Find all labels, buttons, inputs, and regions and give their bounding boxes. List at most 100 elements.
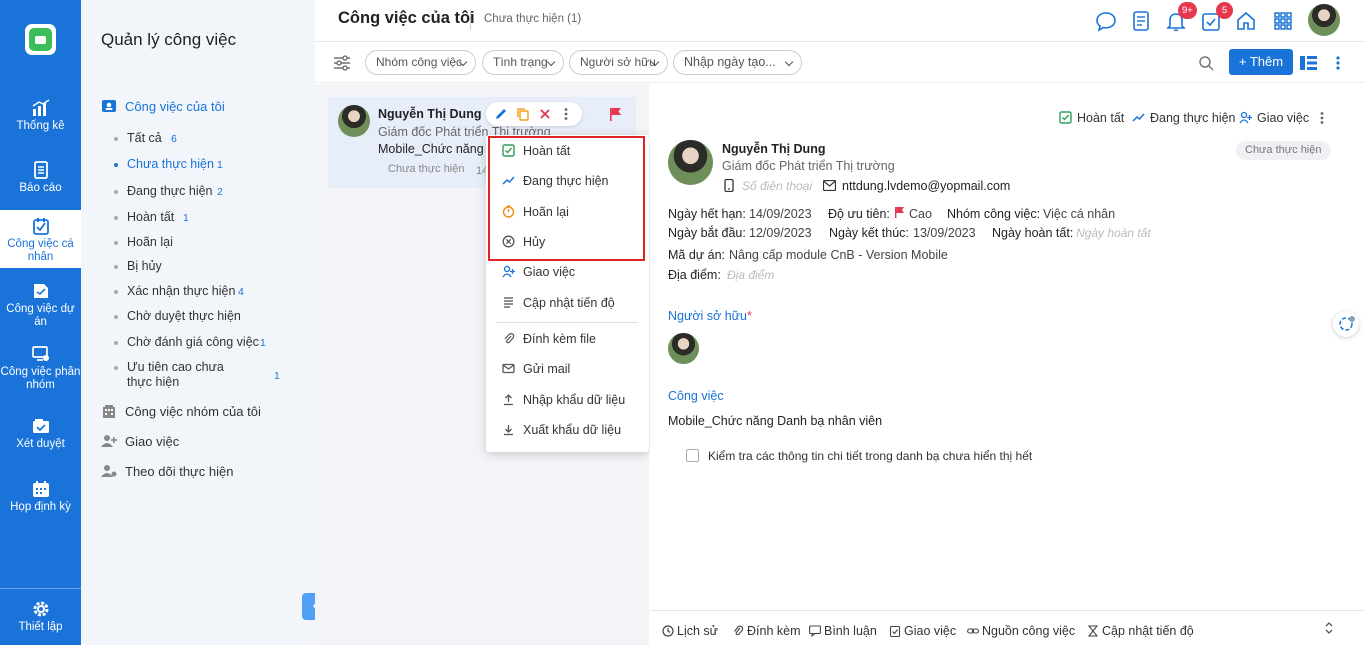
detail-avatar bbox=[668, 140, 713, 185]
tab-attachments[interactable]: Đính kèm bbox=[732, 624, 801, 638]
personal-task-icon bbox=[32, 217, 50, 235]
sub-count: 1 bbox=[274, 370, 280, 382]
sub-item-not-started[interactable]: Chưa thực hiện 1 bbox=[114, 157, 287, 172]
complete-label: Ngày hoàn tất: bbox=[992, 226, 1074, 240]
rail-item-personal-tasks[interactable]: Công việc cá nhân bbox=[0, 210, 81, 268]
rail-item-approval[interactable]: Xét duyệt bbox=[0, 417, 81, 451]
check-square-icon bbox=[1059, 111, 1072, 124]
phone-field[interactable]: Số điện thoại bbox=[742, 179, 812, 193]
copy-icon[interactable] bbox=[516, 107, 530, 121]
list-view-icon[interactable] bbox=[1300, 55, 1317, 71]
sub-label: Hoãn lại bbox=[127, 235, 173, 249]
card-name: Nguyễn Thị Dung bbox=[378, 107, 482, 121]
action-label: Đang thực hiện bbox=[1150, 111, 1236, 125]
side-title: Quản lý công việc bbox=[101, 30, 237, 49]
sub-label: Chưa thực hiện bbox=[127, 157, 214, 171]
delete-icon[interactable] bbox=[538, 107, 552, 121]
mail-icon bbox=[823, 180, 836, 191]
menu-item-assign[interactable]: Giao việc bbox=[502, 265, 642, 279]
tab-assign[interactable]: Giao việc bbox=[889, 624, 956, 638]
filter-owner-dropdown[interactable]: Người sở hữu bbox=[569, 50, 668, 75]
menu-item-import[interactable]: Nhập khẩu dữ liệu bbox=[502, 393, 642, 407]
paperclip-icon bbox=[502, 332, 515, 345]
sub-item-all[interactable]: Tất cả 6 bbox=[114, 131, 287, 146]
start-value: 12/09/2023 bbox=[749, 226, 812, 240]
header-divider bbox=[470, 10, 471, 30]
detail-done-action[interactable]: Hoàn tất bbox=[1059, 111, 1124, 125]
tab-comments[interactable]: Bình luận bbox=[809, 624, 877, 638]
nav-assign[interactable]: Giao việc bbox=[101, 434, 179, 449]
rail-item-project-tasks[interactable]: Công việc dự án bbox=[0, 282, 81, 329]
filter-group-dropdown[interactable]: Nhóm công việc bbox=[365, 50, 476, 75]
sub-count: 1 bbox=[260, 337, 266, 349]
sub-item-done[interactable]: Hoàn tất 1 bbox=[114, 210, 287, 225]
sub-item-pending-review[interactable]: Chờ đánh giá công việc 1 bbox=[114, 335, 287, 350]
checklist-checkbox[interactable] bbox=[686, 449, 699, 462]
sub-label: Chờ duyệt thực hiện bbox=[127, 309, 241, 323]
sub-count: 6 bbox=[171, 133, 177, 145]
filter-status-dropdown[interactable]: Tình trạng bbox=[482, 50, 564, 75]
group-task-icon bbox=[31, 345, 50, 363]
status-badge: Chưa thực hiện bbox=[1236, 141, 1331, 160]
sub-item-cancelled[interactable]: Bị hủy bbox=[114, 259, 287, 274]
more-vertical-icon[interactable] bbox=[562, 107, 570, 121]
filter-date-input[interactable]: Nhập ngày tạo... bbox=[673, 50, 802, 75]
project-label: Mã dự án: bbox=[668, 248, 726, 262]
sub-item-confirm[interactable]: Xác nhận thực hiện 4 bbox=[114, 284, 287, 299]
detail-assign-action[interactable]: Giao việc bbox=[1239, 111, 1309, 125]
sub-item-in-progress[interactable]: Đang thực hiện 2 bbox=[114, 184, 287, 199]
detail-footer-tabs: Lịch sử Đính kèm Bình luận Giao việc Ngu… bbox=[650, 610, 1365, 645]
flag-icon bbox=[609, 107, 622, 121]
more-vertical-icon[interactable] bbox=[1334, 55, 1342, 71]
end-value: 13/09/2023 bbox=[913, 226, 976, 240]
detail-doing-action[interactable]: Đang thực hiện bbox=[1132, 111, 1236, 125]
edit-icon[interactable] bbox=[494, 107, 508, 121]
menu-item-send-mail[interactable]: Gửi mail bbox=[502, 362, 642, 376]
menu-item-attach-file[interactable]: Đính kèm file bbox=[502, 332, 642, 346]
tab-label: Cập nhật tiến độ bbox=[1102, 624, 1194, 638]
sub-item-pending-approval[interactable]: Chờ duyệt thực hiện bbox=[114, 309, 287, 324]
end-label: Ngày kết thúc: bbox=[829, 226, 909, 240]
tab-task-source[interactable]: Nguồn công việc bbox=[967, 624, 1075, 638]
page-title: Công việc của tôi bbox=[338, 9, 475, 27]
nav-label: Giao việc bbox=[125, 434, 180, 449]
owner-avatar[interactable] bbox=[668, 333, 699, 364]
user-avatar[interactable] bbox=[1308, 4, 1340, 36]
nav-group-tasks[interactable]: Công việc nhóm của tôi bbox=[101, 404, 261, 419]
sub-item-postponed[interactable]: Hoãn lại bbox=[114, 235, 287, 250]
filter-settings-icon[interactable] bbox=[333, 54, 351, 72]
menu-item-export[interactable]: Xuất khẩu dữ liệu bbox=[502, 423, 642, 437]
app-rail: Thống kê Báo cáo Công việc cá nhân Công … bbox=[0, 0, 81, 645]
rail-item-meetings[interactable]: Họp định kỳ bbox=[0, 480, 81, 514]
download-icon bbox=[502, 423, 515, 436]
menu-label: Xuất khẩu dữ liệu bbox=[523, 423, 622, 437]
project-task-icon bbox=[32, 282, 50, 300]
nav-follow[interactable]: Theo dõi thực hiện bbox=[101, 464, 233, 479]
more-vertical-icon[interactable] bbox=[1318, 111, 1326, 125]
ai-assistant-icon[interactable] bbox=[1333, 311, 1359, 337]
menu-divider bbox=[496, 322, 638, 323]
add-button[interactable]: + Thêm bbox=[1229, 49, 1293, 75]
chat-icon[interactable] bbox=[1095, 10, 1117, 32]
sub-item-high-priority[interactable]: Ưu tiên cao chưa thực hiện 1 bbox=[114, 360, 280, 390]
nav-my-tasks[interactable]: Công việc của tôi bbox=[101, 99, 225, 114]
app-logo-icon[interactable] bbox=[25, 24, 56, 55]
tab-history[interactable]: Lịch sử bbox=[662, 624, 718, 638]
search-icon[interactable] bbox=[1198, 55, 1214, 71]
tab-update-progress[interactable]: Cập nhật tiến độ bbox=[1087, 624, 1194, 638]
complete-field[interactable]: Ngày hoàn tất bbox=[1076, 226, 1151, 240]
rail-item-settings[interactable]: Thiết lập bbox=[0, 600, 81, 634]
rail-item-reports[interactable]: Báo cáo bbox=[0, 161, 81, 195]
apps-grid-icon[interactable] bbox=[1272, 10, 1294, 32]
paperclip-icon bbox=[732, 625, 744, 637]
tab-label: Đính kèm bbox=[747, 624, 801, 638]
rail-item-stats[interactable]: Thống kê bbox=[0, 99, 81, 133]
menu-label: Đính kèm file bbox=[523, 332, 596, 346]
expand-collapse-icon[interactable] bbox=[1324, 620, 1334, 636]
rail-item-group-tasks[interactable]: Công việc phân nhóm bbox=[0, 345, 81, 392]
home-icon[interactable] bbox=[1235, 10, 1257, 32]
place-field[interactable]: Địa điểm bbox=[727, 268, 774, 282]
bar-chart-icon bbox=[32, 99, 50, 117]
menu-item-update-progress[interactable]: Cập nhật tiến độ bbox=[502, 296, 642, 310]
notes-icon[interactable] bbox=[1130, 10, 1152, 32]
